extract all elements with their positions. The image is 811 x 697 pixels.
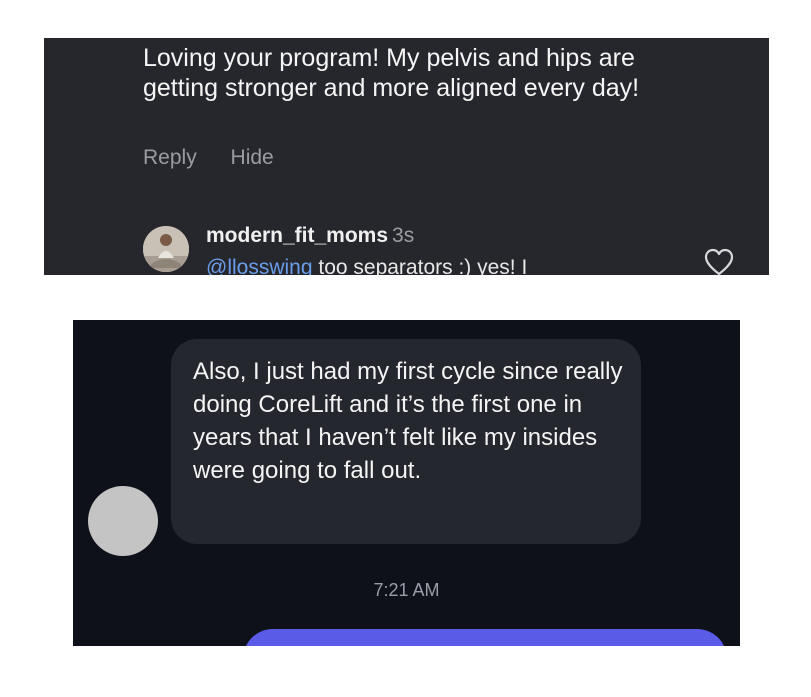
reply-body: @llosswing too separators :) yes! I <box>206 256 527 275</box>
heart-icon[interactable] <box>704 248 734 275</box>
reply-button[interactable]: Reply <box>143 146 197 169</box>
avatar[interactable] <box>143 226 189 272</box>
reply-username[interactable]: modern_fit_moms <box>206 224 388 247</box>
comment-actions: Reply Hide <box>143 146 302 170</box>
message-timestamp: 7:21 AM <box>373 580 440 600</box>
avatar-placeholder-icon[interactable] <box>88 486 158 556</box>
message-text: Also, I just had my first cycle since re… <box>193 358 623 484</box>
hide-button[interactable]: Hide <box>231 146 274 169</box>
comment-text: Loving your program! My pelvis and hips … <box>143 44 640 102</box>
direct-message-panel: Also, I just had my first cycle since re… <box>73 320 740 646</box>
reply-header: modern_fit_moms 3s <box>206 224 414 248</box>
incoming-message-bubble[interactable]: Also, I just had my first cycle since re… <box>171 339 641 544</box>
outgoing-message-bubble[interactable] <box>243 629 727 646</box>
comment-thread-panel: Loving your program! My pelvis and hips … <box>44 38 769 275</box>
reply-text: too separators :) yes! I <box>312 256 528 275</box>
mention-link[interactable]: @llosswing <box>206 256 313 275</box>
reply-time: 3s <box>392 224 415 247</box>
avatar-photo-icon <box>143 226 189 272</box>
